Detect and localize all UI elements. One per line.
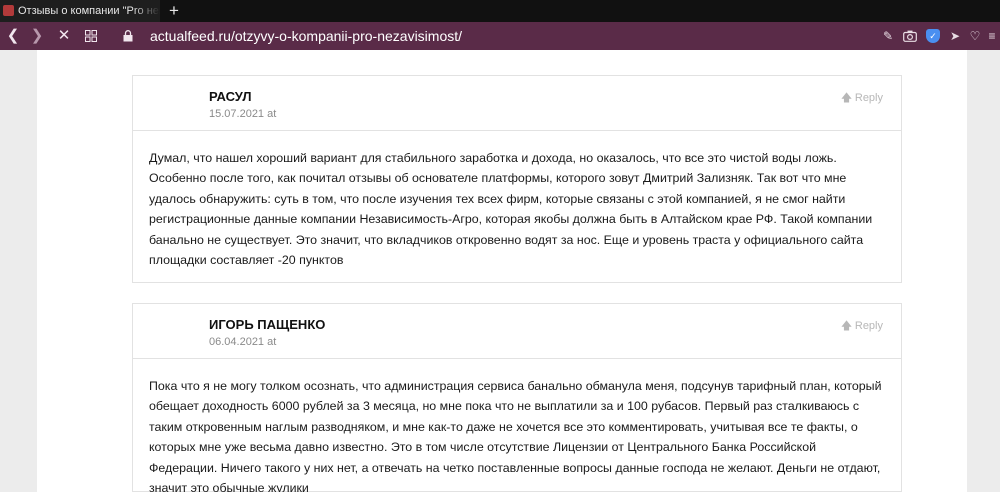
comment-text: Пока что я не могу толком осознать, что … — [149, 379, 882, 492]
send-icon[interactable]: ➤ — [948, 29, 962, 43]
arrow-up-icon: 🡅 — [840, 320, 853, 332]
stop-loading-icon[interactable]: ✕ — [55, 26, 73, 46]
plus-icon[interactable]: + — [163, 0, 185, 22]
site-favicon-icon — [3, 5, 14, 16]
back-icon[interactable]: ❮ — [4, 26, 22, 46]
tabs-grid-icon[interactable] — [82, 26, 100, 46]
comment-author: ИГОРЬ ПАЩЕНКО — [209, 317, 326, 332]
edit-icon[interactable]: ✎ — [881, 29, 895, 43]
browser-tab[interactable]: Отзывы о компании "Pro неза — [0, 0, 160, 22]
tab-strip: Отзывы о компании "Pro неза + — [0, 0, 1000, 22]
comment-date: 06.04.2021 at — [209, 336, 277, 348]
comment-header: РАСУЛ 15.07.2021 at 🡅 Reply — [133, 76, 901, 131]
reply-button[interactable]: 🡅 Reply — [841, 89, 883, 108]
camera-icon[interactable] — [903, 29, 917, 43]
forward-icon[interactable]: ❯ — [28, 26, 46, 46]
reply-label: Reply — [854, 320, 883, 332]
comment-author: РАСУЛ — [209, 89, 252, 104]
comment-card: ИГОРЬ ПАЩЕНКО 06.04.2021 at 🡅 Reply Пока … — [132, 303, 902, 492]
lock-icon — [121, 26, 135, 46]
comment-date: 15.07.2021 at — [209, 108, 277, 120]
menu-icon[interactable]: ≡ — [987, 29, 997, 43]
shield-icon[interactable]: ✓ — [926, 29, 940, 43]
address-bar-url[interactable]: actualfeed.ru/otzyvy-o-kompanii-pro-neza… — [150, 28, 462, 44]
reply-label: Reply — [854, 92, 883, 104]
comment-text: Думал, что нашел хороший вариант для ста… — [149, 151, 873, 268]
arrow-up-icon: 🡅 — [840, 92, 853, 104]
heart-icon[interactable]: ♡ — [968, 29, 982, 43]
page-content: РАСУЛ 15.07.2021 at 🡅 Reply Думал, что на… — [37, 50, 967, 492]
comment-card: РАСУЛ 15.07.2021 at 🡅 Reply Думал, что на… — [132, 75, 902, 283]
navigation-bar: ❮ ❯ ✕ actualfeed.ru/otzyvy-o-kompanii-pr… — [0, 22, 1000, 50]
comment-header: ИГОРЬ ПАЩЕНКО 06.04.2021 at 🡅 Reply — [133, 304, 901, 359]
reply-button[interactable]: 🡅 Reply — [841, 317, 883, 336]
